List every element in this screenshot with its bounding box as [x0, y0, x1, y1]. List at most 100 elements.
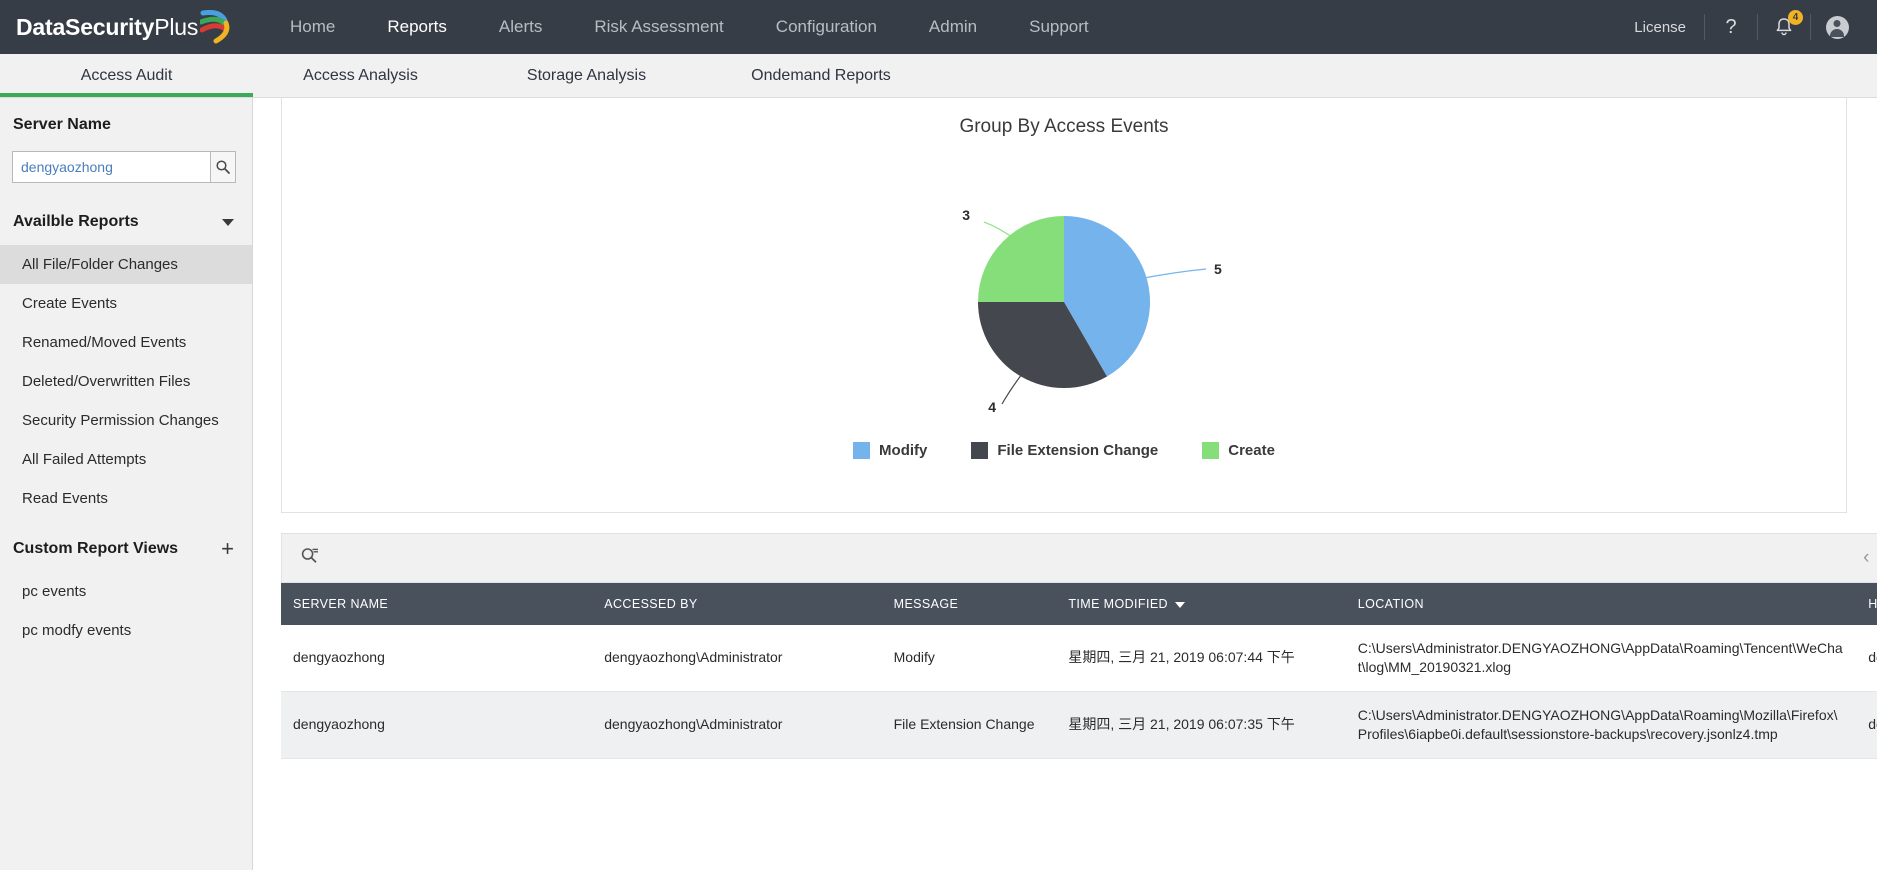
legend-swatch-modify: [853, 442, 870, 459]
notification-badge: 4: [1788, 10, 1803, 25]
results-table-panel: ‹ 1-12 of 12 › 25: [281, 533, 1877, 759]
table-toolbar: ‹ 1-12 of 12 › 25: [281, 533, 1877, 583]
results-table: SERVER NAME ACCESSED BY MESSAGE TIME MOD…: [281, 583, 1877, 759]
legend-swatch-create: [1202, 442, 1219, 459]
sort-descending-icon: [1175, 602, 1185, 608]
sidebar-item-create-events[interactable]: Create Events: [0, 284, 252, 323]
sidebar-item-all-file-folder-changes[interactable]: All File/Folder Changes: [0, 245, 252, 284]
legend-item-create[interactable]: Create: [1202, 442, 1275, 459]
table-row[interactable]: dengyaozhong dengyaozhong\Administrator …: [281, 691, 1877, 758]
cell-message: File Extension Change: [882, 691, 1057, 758]
available-reports-list: All File/Folder Changes Create Events Re…: [0, 245, 252, 518]
pie-slices: [978, 216, 1150, 388]
table-body: dengyaozhong dengyaozhong\Administrator …: [281, 625, 1877, 758]
server-search-row: [12, 151, 236, 183]
available-reports-header[interactable]: Availble Reports: [0, 213, 252, 231]
table-header: SERVER NAME ACCESSED BY MESSAGE TIME MOD…: [281, 583, 1877, 625]
legend-label-file-extension-change: File Extension Change: [997, 442, 1158, 459]
column-header-label: ACCESSED BY: [604, 597, 697, 611]
custom-report-views-label: Custom Report Views: [13, 540, 178, 558]
column-header-label: LOCATION: [1358, 597, 1424, 611]
cell-server-name: dengyaozhong: [281, 625, 592, 691]
sidebar-item-security-permission-changes[interactable]: Security Permission Changes: [0, 401, 252, 440]
search-icon: [215, 159, 231, 175]
column-header-label: SERVER NAME: [293, 597, 388, 611]
pie-chart: 3 5 4: [784, 142, 1344, 442]
available-reports-label: Availble Reports: [13, 213, 139, 231]
add-custom-view-icon[interactable]: +: [221, 538, 234, 560]
tab-access-audit[interactable]: Access Audit: [0, 54, 253, 97]
server-name-input[interactable]: [12, 151, 210, 183]
search-list-icon: [300, 546, 319, 565]
leader-line-modify: [1144, 269, 1206, 278]
custom-report-views-list: pc events pc modfy events: [0, 572, 252, 650]
cell-time-modified: 星期四, 三月 21, 2019 06:07:44 下午: [1056, 625, 1345, 691]
legend-swatch-file-extension-change: [971, 442, 988, 459]
chart-panel: Group By Access Events 3 5: [281, 98, 1847, 513]
server-name-label: Server Name: [0, 116, 252, 134]
cell-location: C:\Users\Administrator.DENGYAOZHONG\AppD…: [1346, 691, 1857, 758]
nav-item-risk-assessment[interactable]: Risk Assessment: [568, 0, 749, 54]
column-header-location[interactable]: LOCATION: [1346, 583, 1857, 625]
table-header-row: SERVER NAME ACCESSED BY MESSAGE TIME MOD…: [281, 583, 1877, 625]
cell-host-name: dengyaozhong: [1856, 691, 1877, 758]
column-header-server-name[interactable]: SERVER NAME: [281, 583, 592, 625]
column-header-accessed-by[interactable]: ACCESSED BY: [592, 583, 881, 625]
page-body: Server Name Availble Reports All File/Fo…: [0, 98, 1877, 870]
pie-label-file-extension-change: 4: [988, 399, 996, 415]
user-account-button[interactable]: [1811, 0, 1863, 54]
help-button[interactable]: ?: [1705, 0, 1757, 54]
sidebar-item-renamed-moved-events[interactable]: Renamed/Moved Events: [0, 323, 252, 362]
sidebar-item-read-events[interactable]: Read Events: [0, 479, 252, 518]
table-row[interactable]: dengyaozhong dengyaozhong\Administrator …: [281, 625, 1877, 691]
nav-item-configuration[interactable]: Configuration: [750, 0, 903, 54]
server-search-button[interactable]: [210, 151, 236, 183]
table-pagination: ‹ 1-12 of 12 › 25: [1853, 546, 1877, 570]
column-header-host-name[interactable]: HOST NAME: [1856, 583, 1877, 625]
chart-legend: Modify File Extension Change Create: [282, 442, 1846, 459]
pie-label-modify: 5: [1214, 261, 1222, 277]
column-header-label: MESSAGE: [894, 597, 959, 611]
nav-item-support[interactable]: Support: [1003, 0, 1115, 54]
logo-text-bold: DataSecurity: [16, 14, 154, 40]
license-link[interactable]: License: [1616, 19, 1704, 36]
leader-line-file-extension-change: [1002, 374, 1022, 404]
pagination-prev-button[interactable]: ‹: [1853, 547, 1877, 569]
tab-access-analysis[interactable]: Access Analysis: [253, 54, 468, 97]
sidebar-item-pc-events[interactable]: pc events: [0, 572, 252, 611]
cell-host-name: dengyaozhong: [1856, 625, 1877, 691]
sidebar-item-pc-modfy-events[interactable]: pc modfy events: [0, 611, 252, 650]
sidebar-item-all-failed-attempts[interactable]: All Failed Attempts: [0, 440, 252, 479]
column-header-message[interactable]: MESSAGE: [882, 583, 1057, 625]
tab-ondemand-reports[interactable]: Ondemand Reports: [705, 54, 937, 97]
nav-item-reports[interactable]: Reports: [361, 0, 473, 54]
legend-label-create: Create: [1228, 442, 1275, 459]
nav-item-admin[interactable]: Admin: [903, 0, 1003, 54]
column-header-label: TIME MODIFIED: [1068, 597, 1168, 611]
main-content: Group By Access Events 3 5: [253, 98, 1877, 870]
nav-item-home[interactable]: Home: [264, 0, 361, 54]
notifications-button[interactable]: 4: [1758, 0, 1810, 54]
secondary-tab-bar: Access Audit Access Analysis Storage Ana…: [0, 54, 1877, 98]
cell-accessed-by: dengyaozhong\Administrator: [592, 691, 881, 758]
pie-slice-create: [978, 216, 1064, 302]
column-header-time-modified[interactable]: TIME MODIFIED: [1056, 583, 1345, 625]
legend-item-file-extension-change[interactable]: File Extension Change: [971, 442, 1158, 459]
cell-server-name: dengyaozhong: [281, 691, 592, 758]
top-right-actions: License ? 4: [1616, 0, 1877, 54]
logo-swoosh-icon: [200, 10, 220, 44]
top-navigation-bar: DataSecurityPlus Home Reports Alerts Ris…: [0, 0, 1877, 54]
question-mark-icon: ?: [1725, 16, 1736, 39]
nav-item-alerts[interactable]: Alerts: [473, 0, 568, 54]
cell-location: C:\Users\Administrator.DENGYAOZHONG\AppD…: [1346, 625, 1857, 691]
chevron-down-icon: [222, 219, 234, 226]
sidebar-item-deleted-overwritten-files[interactable]: Deleted/Overwritten Files: [0, 362, 252, 401]
bell-icon: 4: [1773, 16, 1795, 38]
logo-text: DataSecurityPlus: [16, 14, 198, 41]
app-logo[interactable]: DataSecurityPlus: [0, 10, 220, 44]
tab-storage-analysis[interactable]: Storage Analysis: [468, 54, 705, 97]
table-search-button[interactable]: [300, 546, 319, 570]
legend-item-modify[interactable]: Modify: [853, 442, 927, 459]
pie-label-create: 3: [962, 207, 970, 223]
pie-chart-area: 3 5 4: [282, 138, 1846, 438]
